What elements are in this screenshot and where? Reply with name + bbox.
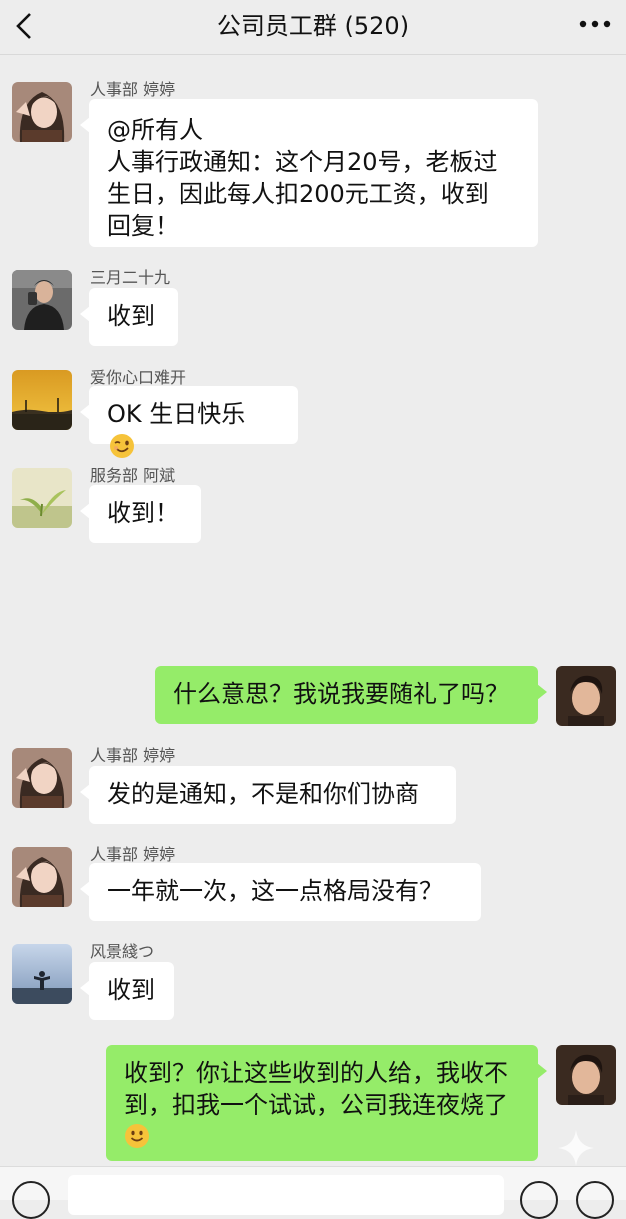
input-toolbar [0, 1166, 626, 1219]
sender-name: 三月二十九 [90, 268, 171, 287]
girl-selfie-avatar[interactable] [12, 748, 72, 808]
voice-input-icon[interactable] [12, 1181, 50, 1219]
message-bubble[interactable]: 发的是通知，不是和你们协商 [80, 766, 456, 824]
message-input[interactable] [68, 1175, 504, 1215]
sunset-avatar[interactable] [12, 370, 72, 430]
message-emoji-line [124, 1121, 520, 1153]
message-bubble[interactable]: 一年就一次，这一点格局没有？ [80, 863, 481, 921]
landscape-person-avatar[interactable] [12, 944, 72, 1004]
emoji-picker-icon[interactable] [520, 1181, 558, 1219]
message-bubble[interactable]: OK 生日快乐 [80, 386, 298, 458]
message-text: 什么意思？我说我要随礼了吗？ [173, 680, 509, 708]
message-text: 发的是通知，不是和你们协商 [107, 780, 419, 808]
message-text-line: @所有人 [107, 116, 203, 144]
message-text-line: 到，扣我一个试试，公司我连夜烧了 [124, 1091, 508, 1119]
message-bubble[interactable]: 收到 [80, 288, 178, 346]
message-text: 收到 [107, 976, 155, 1004]
message-text: OK 生日快乐 [107, 400, 246, 428]
message-bubble[interactable]: 收到 [80, 962, 174, 1020]
message-text: 一年就一次，这一点格局没有？ [107, 877, 443, 905]
chat-title: 公司员工群 (520) [216, 12, 410, 40]
plant-sprout-avatar[interactable] [12, 468, 72, 528]
young-man-avatar[interactable] [556, 666, 616, 726]
wink-emoji-icon [110, 434, 134, 458]
message-bubble[interactable]: 什么意思？我说我要随礼了吗？ [155, 666, 547, 724]
message-text: 收到 [107, 302, 155, 330]
message-text-line: 收到？你让这些收到的人给，我收不 [124, 1059, 508, 1087]
add-attachment-icon[interactable] [576, 1181, 614, 1219]
message-text: 收到！ [107, 499, 179, 527]
young-man-avatar[interactable] [556, 1045, 616, 1105]
girl-selfie-avatar[interactable] [12, 847, 72, 907]
man-mirror-selfie-avatar[interactable] [12, 270, 72, 330]
chat-header: 公司员工群 (520) [0, 0, 626, 55]
sender-name: 风景綫つ [90, 942, 155, 961]
message-text-line: 生日，因此每人扣200元工资，收到 [107, 180, 489, 208]
message-bubble[interactable]: 收到！ [80, 485, 201, 543]
sender-name: 人事部 婷婷 [90, 80, 176, 99]
sparkle-watermark-icon [558, 1130, 594, 1166]
sender-name: 人事部 婷婷 [90, 845, 176, 864]
sender-name: 人事部 婷婷 [90, 746, 176, 765]
sender-name: 服务部 阿斌 [90, 466, 176, 485]
message-bubble[interactable]: 收到？你让这些收到的人给，我收不 到，扣我一个试试，公司我连夜烧了 [106, 1045, 547, 1161]
message-text-line: 回复！ [107, 212, 179, 240]
smile-emoji-icon [125, 1124, 149, 1148]
message-bubble[interactable]: @所有人 人事行政通知：这个月20号，老板过 生日，因此每人扣200元工资，收到… [80, 99, 538, 247]
message-text-line: 人事行政通知：这个月20号，老板过 [107, 148, 498, 176]
sender-name: 爱你心口难开 [90, 368, 187, 387]
girl-selfie-avatar[interactable] [12, 82, 72, 142]
more-options-icon[interactable] [578, 18, 612, 30]
